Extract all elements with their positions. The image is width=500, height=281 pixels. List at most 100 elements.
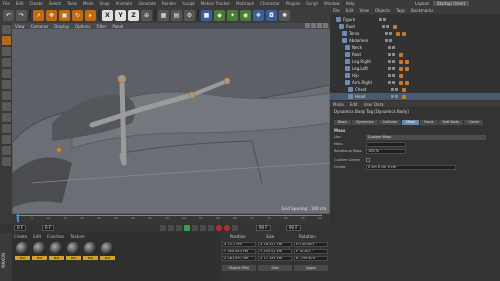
visibility-flags[interactable] — [385, 32, 392, 35]
menu-motion-tracker[interactable]: Motion Tracker — [201, 1, 230, 6]
edges-mode-icon[interactable] — [1, 80, 11, 89]
polygons-mode-icon[interactable] — [1, 91, 11, 100]
viewport-menu-panel[interactable]: Panel — [112, 24, 123, 29]
subdivision-surface-icon[interactable]: ◆ — [214, 9, 225, 21]
material-menu-texture[interactable]: Texture — [70, 234, 85, 239]
scale-icon[interactable]: ▣ — [59, 9, 70, 21]
menu-snap[interactable]: Snap — [99, 1, 109, 6]
y-axis-lock-button[interactable]: Y — [115, 9, 126, 21]
object-row[interactable]: Root — [330, 51, 500, 58]
object-row[interactable]: Root — [330, 23, 500, 30]
object-row[interactable]: Torso — [330, 30, 500, 37]
current-frame-marker[interactable] — [17, 214, 19, 222]
menu-tools[interactable]: Tools — [67, 1, 77, 6]
timeline-ruler[interactable]: 0 5 10 15 20 25 30 35 40 45 50 55 60 65 … — [16, 215, 322, 220]
apply-button[interactable]: Apply — [294, 265, 328, 271]
next-key-icon[interactable] — [200, 225, 206, 231]
object-tags[interactable] — [399, 66, 409, 71]
points-mode-icon[interactable] — [1, 69, 11, 78]
tab-basic[interactable]: Basic — [334, 120, 352, 125]
3d-viewport[interactable]: View Cameras Display Options Filter Pane… — [12, 23, 330, 214]
go-to-end-icon[interactable] — [208, 225, 214, 231]
tab-force[interactable]: Force — [420, 120, 438, 125]
size-mode-dropdown[interactable]: Size — [258, 265, 292, 271]
layout-dropdown[interactable]: Startup (User) — [432, 1, 470, 6]
snap-icon[interactable] — [1, 124, 11, 133]
object-row[interactable]: Hip — [330, 72, 500, 79]
object-tags[interactable] — [393, 24, 397, 29]
menu-mograph[interactable]: MoGraph — [236, 1, 254, 6]
visibility-flags[interactable] — [388, 53, 395, 56]
material-menu-edit[interactable]: Edit — [33, 234, 41, 239]
autokey-icon[interactable] — [224, 225, 230, 231]
move-icon[interactable]: ✥ — [46, 9, 57, 21]
menu-file[interactable]: File — [3, 1, 10, 6]
viewport-move-icon[interactable] — [305, 23, 310, 28]
rotation-p-field[interactable]: P -8.103 ° — [294, 249, 328, 254]
play-icon[interactable] — [184, 225, 190, 231]
cube-icon[interactable]: ■ — [201, 9, 212, 21]
menu-simulate[interactable]: Simulate — [138, 1, 156, 6]
visibility-flags[interactable] — [388, 67, 395, 70]
visibility-flags[interactable] — [391, 88, 398, 91]
light-icon[interactable]: ✺ — [279, 9, 290, 21]
menu-script[interactable]: Script — [306, 1, 318, 6]
position-y-field[interactable]: Y 160.543 cm — [222, 249, 256, 254]
menu-select[interactable]: Select — [49, 1, 61, 6]
object-row[interactable]: Figure — [330, 16, 500, 23]
keyframe-selection-icon[interactable] — [232, 225, 238, 231]
end-frame-field[interactable]: 90 F — [286, 225, 301, 231]
menu-window[interactable]: Window — [324, 1, 340, 6]
object-row[interactable]: Leg.Left — [330, 65, 500, 72]
viewport-menu-cameras[interactable]: Cameras — [31, 24, 49, 29]
x-axis-lock-button[interactable]: X — [102, 9, 113, 21]
position-z-field[interactable]: Z 181.957 cm — [222, 256, 256, 261]
menu-create[interactable]: Create — [29, 1, 42, 6]
previous-frame-icon[interactable] — [176, 225, 182, 231]
om-menu-file[interactable]: File — [333, 8, 340, 13]
om-menu-bookmarks[interactable]: Bookmarks — [411, 8, 433, 13]
object-tags[interactable] — [399, 80, 409, 85]
om-menu-objects[interactable]: Objects — [375, 8, 390, 13]
menu-render[interactable]: Render — [162, 1, 176, 6]
object-row[interactable]: Chest — [330, 86, 500, 93]
visibility-flags[interactable] — [382, 25, 389, 28]
size-y-field[interactable]: Y 255.51 cm — [258, 249, 292, 254]
visibility-flags[interactable] — [388, 46, 395, 49]
object-row[interactable]: Neck — [330, 44, 500, 51]
size-x-field[interactable]: X 16.321 cm — [258, 242, 292, 247]
max-frame-field[interactable]: 90 F — [256, 225, 271, 231]
rotate-icon[interactable]: ↻ — [72, 9, 83, 21]
object-row[interactable]: Abdomen — [330, 37, 500, 44]
object-tags[interactable] — [396, 31, 406, 36]
viewport-menu-view[interactable]: View — [15, 24, 25, 29]
array-icon[interactable]: ✦ — [227, 9, 238, 21]
solo-icon[interactable] — [1, 157, 11, 166]
recent-tools-icon[interactable]: ▸ — [85, 9, 96, 21]
min-frame-field[interactable]: 0 F — [42, 225, 55, 231]
menu-mesh[interactable]: Mesh — [83, 1, 94, 6]
size-z-field[interactable]: Z 17.191 cm — [258, 256, 292, 261]
mass-field[interactable] — [366, 141, 406, 147]
menu-plugins[interactable]: Plugins — [286, 1, 300, 6]
viewport-zoom-icon[interactable] — [311, 23, 316, 28]
tweak-mode-icon[interactable] — [1, 113, 11, 122]
object-tags[interactable] — [399, 73, 403, 78]
planar-workplane-icon[interactable] — [1, 146, 11, 155]
make-editable-icon[interactable] — [1, 25, 11, 34]
object-tags[interactable] — [399, 52, 403, 57]
visibility-flags[interactable] — [388, 74, 395, 77]
z-axis-lock-button[interactable]: Z — [128, 9, 139, 21]
material-menu-create[interactable]: Create — [14, 234, 27, 239]
tab-dynamics[interactable]: Dynamics — [352, 120, 378, 125]
deformer-icon[interactable]: ◉ — [240, 9, 251, 21]
visibility-flags[interactable] — [385, 39, 392, 42]
menu-animate[interactable]: Animate — [116, 1, 133, 6]
redo-icon[interactable]: ↷ — [16, 9, 27, 21]
attr-menu-edit[interactable]: Edit — [350, 102, 358, 107]
viewport-menu-display[interactable]: Display — [54, 24, 69, 29]
material-swatch[interactable]: Mat — [15, 242, 30, 264]
menu-help[interactable]: Help — [346, 1, 355, 6]
object-tags[interactable] — [402, 87, 406, 92]
om-menu-tags[interactable]: Tags — [396, 8, 405, 13]
